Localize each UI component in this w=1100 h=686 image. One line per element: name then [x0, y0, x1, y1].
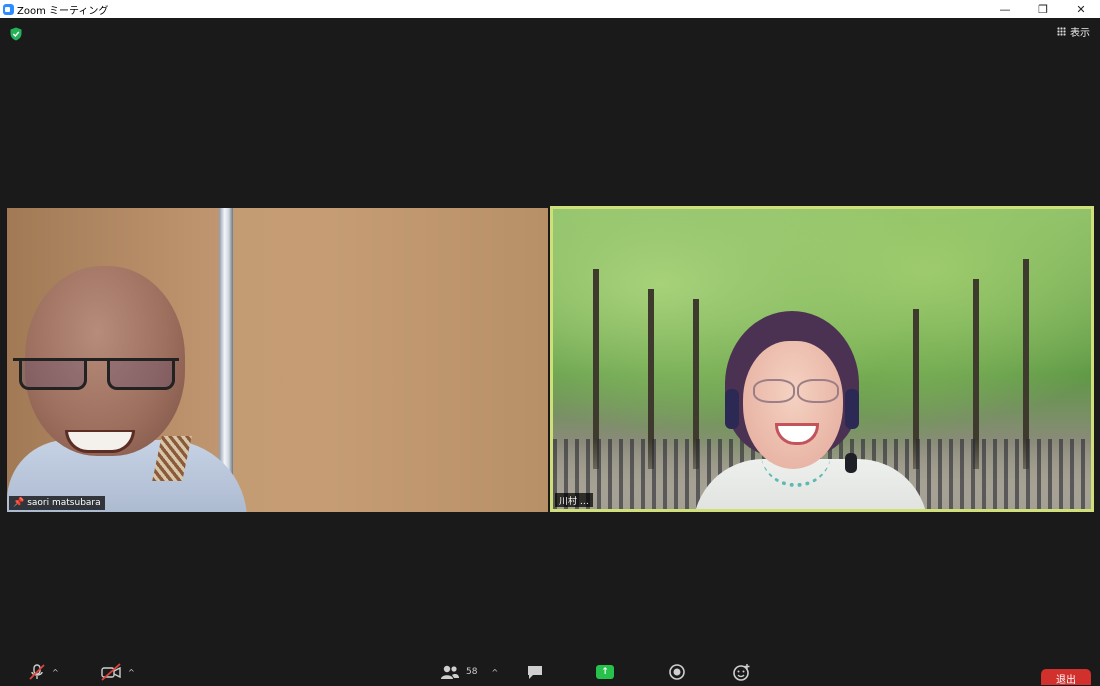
chat-bubble-icon — [528, 666, 542, 679]
security-shield-icon[interactable] — [9, 27, 23, 41]
glasses-lens-right — [107, 361, 175, 390]
glasses-lens-left — [19, 361, 87, 390]
participant-face — [743, 341, 843, 469]
reactions-button[interactable] — [732, 663, 752, 681]
chat-button[interactable] — [526, 663, 544, 681]
restore-button[interactable]: ❐ — [1024, 0, 1062, 18]
pin-icon: 📌 — [13, 498, 25, 508]
participant-count: 58 — [466, 667, 478, 677]
glasses-lens-left — [753, 379, 795, 403]
headset-left-icon — [725, 389, 739, 429]
participants-options-chevron-up-icon[interactable]: ^ — [491, 668, 498, 677]
zoom-app-icon — [3, 3, 14, 15]
mute-button[interactable]: ^ — [28, 663, 59, 681]
record-icon — [669, 664, 685, 680]
record-button[interactable] — [668, 663, 686, 681]
meeting-toolbar: ^ ^ 58 ^ ↑ 退出 — [0, 658, 1100, 686]
view-label: 表示 — [1070, 27, 1090, 39]
participant-glasses — [13, 358, 179, 390]
participants-button[interactable]: 58 ^ — [440, 663, 498, 681]
headset-mic-icon — [845, 453, 857, 473]
glasses-lens-right — [797, 379, 839, 403]
microphone-muted-icon — [29, 664, 45, 680]
share-screen-button[interactable]: ↑ — [596, 663, 614, 681]
camera-off-icon — [101, 663, 121, 681]
participant-name-tag: 川村 … — [555, 493, 593, 507]
share-screen-arrow-up-icon: ↑ — [596, 665, 614, 679]
window-title: Zoom ミーティング — [17, 5, 109, 17]
participant-glasses — [749, 379, 839, 403]
video-tile-participant-1[interactable]: 📌 saori matsubara — [7, 208, 548, 512]
participant-name: 川村 … — [559, 496, 589, 507]
tree-trunk — [1023, 259, 1029, 469]
mute-options-chevron-up-icon[interactable]: ^ — [52, 668, 59, 677]
view-button[interactable]: 表示 — [1057, 23, 1090, 39]
close-button[interactable]: ✕ — [1062, 0, 1100, 18]
window-title-bar: Zoom ミーティング — ❐ ✕ — [0, 0, 1100, 18]
video-options-chevron-up-icon[interactable]: ^ — [128, 668, 135, 677]
minimize-button[interactable]: — — [986, 0, 1024, 18]
video-button[interactable]: ^ — [100, 663, 135, 681]
participant-name: saori matsubara — [27, 498, 101, 508]
smiley-add-icon — [733, 664, 750, 681]
participants-icon — [441, 665, 459, 679]
headset-right-icon — [845, 389, 859, 429]
participant-name-tag: 📌 saori matsubara — [9, 496, 105, 510]
video-tile-participant-2[interactable]: 川村 … — [550, 206, 1094, 512]
grid-view-icon — [1057, 26, 1066, 36]
